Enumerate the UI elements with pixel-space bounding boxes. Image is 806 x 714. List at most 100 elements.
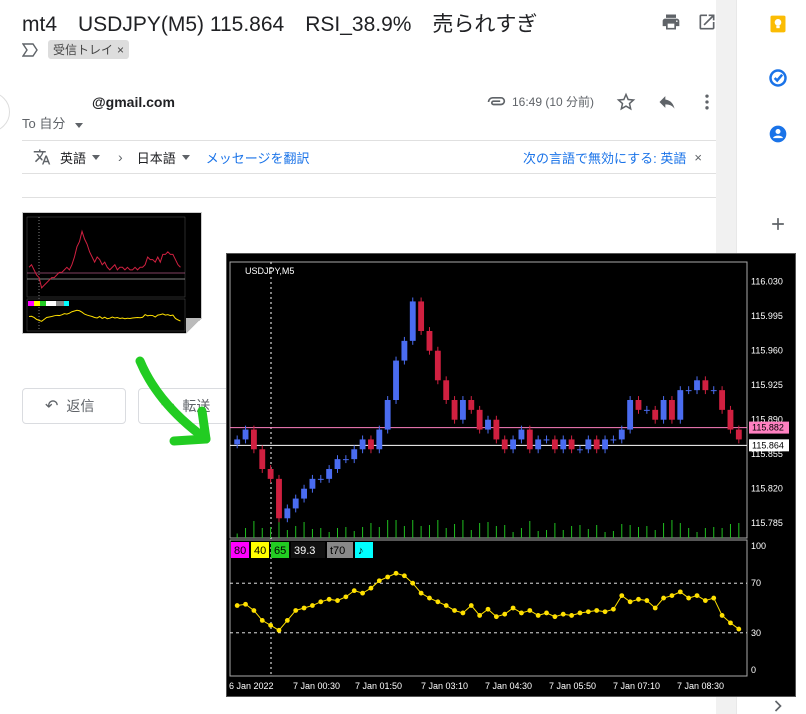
- candle-body: [476, 409, 483, 430]
- price-tag-label: 115.864: [752, 440, 784, 450]
- candle-body: [719, 390, 726, 410]
- candle-body: [577, 449, 583, 451]
- candle-body: [694, 380, 700, 391]
- candle-body: [627, 400, 634, 430]
- rsi-point: [502, 611, 508, 617]
- candle-body: [326, 469, 333, 479]
- inbox-label-text: 受信トレイ: [53, 43, 114, 57]
- thumbnail-chart: [23, 213, 201, 333]
- candle-body: [434, 350, 441, 381]
- candle-body: [409, 301, 416, 341]
- candle-body: [610, 439, 617, 441]
- translate-message-link[interactable]: メッセージを翻訳: [206, 148, 310, 167]
- candle-body: [643, 409, 650, 411]
- candle-body: [451, 400, 458, 420]
- rsi-point: [284, 618, 290, 623]
- candle-body: [459, 400, 466, 420]
- avatar[interactable]: [0, 92, 10, 132]
- candle-body: [276, 478, 282, 519]
- rsi-point: [585, 609, 591, 615]
- candle-body: [501, 439, 508, 450]
- target-language-select[interactable]: 日本語: [137, 148, 190, 167]
- candle-body: [551, 439, 558, 450]
- candle-body: [593, 439, 600, 450]
- candle-body: [401, 340, 408, 361]
- rsi-point: [510, 605, 516, 611]
- inbox-label-chip[interactable]: 受信トレイ ×: [48, 40, 130, 59]
- message-meta: 16:49 (10 分前): [486, 93, 594, 110]
- candle-body: [560, 439, 567, 450]
- candle-body: [267, 469, 274, 479]
- label-row: 受信トレイ ×: [22, 40, 130, 59]
- recipient-text: To 自分: [22, 116, 66, 131]
- price-tick-label: 115.785: [751, 518, 783, 528]
- open-in-new-icon[interactable]: [697, 12, 717, 32]
- add-icon[interactable]: [768, 214, 788, 234]
- candle-body: [543, 439, 550, 441]
- candle-body: [702, 380, 709, 391]
- rsi-point: [519, 610, 524, 616]
- price-tick-label: 115.995: [751, 311, 783, 321]
- more-vert-icon[interactable]: [697, 92, 717, 112]
- source-language-select[interactable]: 英語: [60, 148, 101, 167]
- reply-icon: ↶: [45, 398, 59, 415]
- sender-address[interactable]: @gmail.com: [92, 94, 175, 110]
- remove-label-icon[interactable]: ×: [117, 43, 124, 57]
- rsi-point: [619, 593, 625, 598]
- rsi-point: [427, 595, 432, 601]
- translate-bar: 英語 › 日本語 メッセージを翻訳 次の言語で無効にする: 英語 ×: [22, 140, 716, 174]
- rsi-point: [527, 608, 533, 613]
- mt4-chart-screenshot: USDJPY,M5 116.030 115.995 115.960 115.925 11…: [226, 253, 796, 697]
- rsi-point: [401, 573, 407, 579]
- target-language-text: 日本語: [136, 150, 176, 166]
- price-tick-label: 115.925: [751, 380, 783, 390]
- candle-body: [317, 478, 324, 480]
- rsi-button-label: ♪: [358, 545, 364, 557]
- recipient-details-icon[interactable]: [74, 123, 83, 128]
- candle-body: [568, 439, 575, 450]
- rsi-point: [452, 608, 457, 613]
- rsi-point: [318, 599, 324, 605]
- rsi-point: [535, 613, 541, 618]
- disable-translate-link[interactable]: 次の言語で無効にする: 英語: [523, 148, 686, 167]
- keep-icon[interactable]: [768, 14, 788, 34]
- close-translate-icon[interactable]: ×: [694, 150, 702, 165]
- contacts-icon[interactable]: [768, 124, 788, 144]
- rsi-tick-label: 100: [751, 541, 766, 551]
- rsi-point: [552, 614, 558, 620]
- reply-button[interactable]: ↶ 返信: [22, 388, 126, 424]
- time-tick-label: 7 Jan 08:30: [677, 681, 724, 691]
- reply-icon[interactable]: [657, 92, 677, 112]
- attachment-thumbnail[interactable]: [22, 212, 202, 334]
- candle-body: [677, 390, 684, 420]
- star-icon[interactable]: [616, 92, 636, 112]
- candle-body: [242, 429, 249, 440]
- price-tags: 115.882 115.864: [749, 421, 789, 452]
- email-subject: mt4 USDJPY(M5) 115.864 RSI_38.9% 売られすぎ: [22, 13, 538, 36]
- rsi-point: [234, 603, 240, 608]
- rsi-point: [602, 609, 608, 615]
- print-icon[interactable]: [661, 12, 681, 32]
- candle-body: [727, 409, 734, 430]
- candle-body: [359, 439, 366, 450]
- tasks-icon[interactable]: [768, 68, 788, 88]
- recipient-line[interactable]: To 自分: [22, 113, 83, 132]
- candle-body: [376, 429, 383, 450]
- rsi-point: [310, 603, 315, 608]
- volume-bars: [236, 520, 740, 538]
- chevron-down-icon: [181, 154, 190, 160]
- candle-body: [234, 439, 241, 445]
- rsi-point: [669, 593, 675, 598]
- rsi-point: [644, 598, 650, 603]
- chevron-right-icon[interactable]: [768, 696, 788, 714]
- rsi-button-label: t70: [330, 545, 345, 557]
- candle-body: [635, 400, 642, 410]
- rsi-point: [627, 599, 633, 605]
- candle-body: [284, 508, 291, 519]
- rsi-point: [468, 603, 474, 608]
- rsi-point: [251, 608, 257, 613]
- candle-body: [342, 459, 349, 461]
- rsi-button-bar[interactable]: 80 40 65 39.3 t70 ♪: [231, 542, 373, 558]
- candle-body: [468, 400, 475, 410]
- importance-marker-icon[interactable]: [22, 42, 38, 57]
